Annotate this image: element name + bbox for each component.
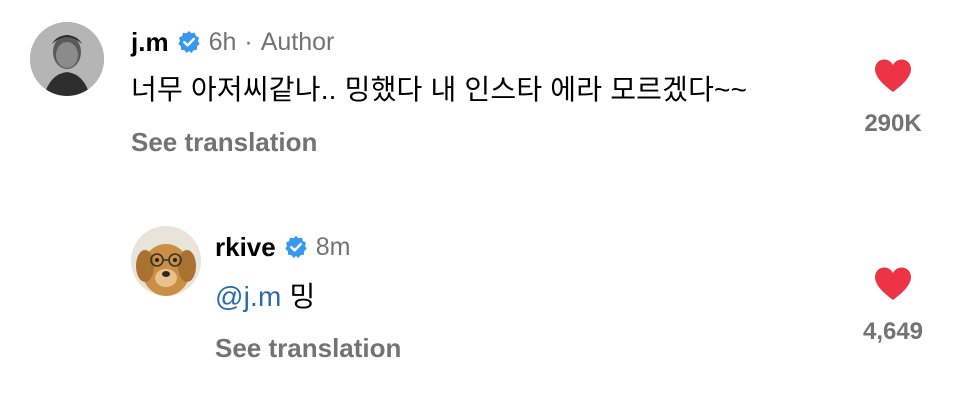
like-group: 290K	[838, 58, 948, 138]
see-translation-link[interactable]: See translation	[215, 333, 401, 364]
like-count: 290K	[864, 110, 922, 137]
timestamp: 6h	[208, 27, 237, 56]
author-label: Author	[260, 27, 335, 56]
like-count: 4,649	[862, 318, 924, 345]
avatar-rkive[interactable]	[131, 226, 201, 296]
comment-text-content: 밍	[289, 281, 316, 312]
separator-dot: ·	[244, 27, 253, 56]
username[interactable]: j.m	[131, 27, 169, 58]
comment-text: @j.m 밍	[215, 275, 316, 315]
comment-header: j.m 6h · Author	[131, 26, 334, 58]
username[interactable]: rkive	[215, 232, 276, 263]
verified-badge-icon	[177, 30, 201, 54]
mention-link[interactable]: @j.m	[215, 281, 282, 312]
comment-text: 너무 아저씨같나.. 밍했다 내 인스타 에라 모르겠다~~	[131, 74, 748, 105]
comment-header: rkive 8m	[215, 231, 350, 263]
avatar-jm[interactable]	[30, 22, 104, 96]
heart-icon[interactable]	[838, 58, 948, 94]
verified-badge-icon	[284, 235, 308, 259]
timestamp: 8m	[315, 232, 351, 261]
heart-icon[interactable]	[838, 266, 948, 302]
like-group: 4,649	[838, 266, 948, 346]
see-translation-link[interactable]: See translation	[131, 127, 317, 158]
